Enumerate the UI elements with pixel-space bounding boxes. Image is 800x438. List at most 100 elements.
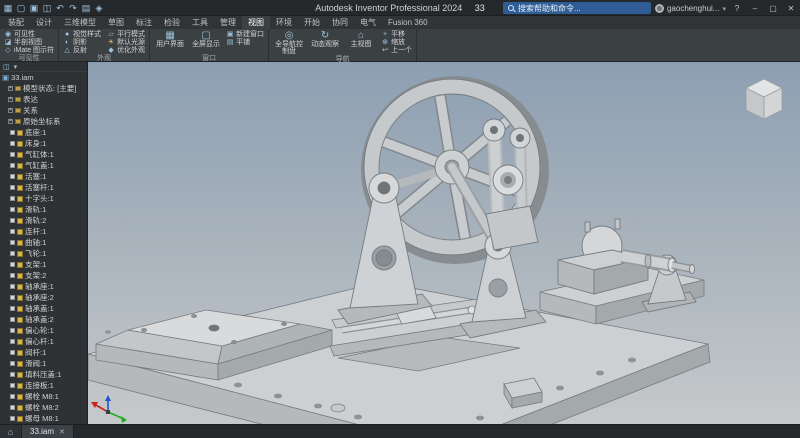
tree-part-node[interactable]: 支架:2 bbox=[0, 270, 87, 281]
visibility-checkbox[interactable] bbox=[10, 372, 15, 377]
tree-part-node[interactable]: 十字头:1 bbox=[0, 193, 87, 204]
tree-folder-node[interactable]: 表达 bbox=[0, 94, 87, 105]
home-view-button[interactable]: 主视图 bbox=[345, 30, 377, 48]
help-search-input[interactable]: 搜索帮助和命令... bbox=[503, 2, 651, 14]
ribbon-tab[interactable]: 协同 bbox=[326, 16, 354, 29]
ribbon-tab[interactable]: Fusion 360 bbox=[382, 16, 434, 29]
ribbon-tab[interactable]: 草图 bbox=[102, 16, 130, 29]
visibility-checkbox[interactable] bbox=[10, 416, 15, 421]
tree-part-node[interactable]: 轴承座:1 bbox=[0, 281, 87, 292]
fullscreen-button[interactable]: 全屏显示 bbox=[190, 30, 222, 48]
tile-windows-button[interactable]: 平铺 bbox=[226, 38, 264, 46]
tree-part-node[interactable]: 滑轨:2 bbox=[0, 215, 87, 226]
visibility-checkbox[interactable] bbox=[10, 251, 15, 256]
tree-folder-node[interactable]: 原始坐标系 bbox=[0, 116, 87, 127]
expand-icon[interactable] bbox=[8, 86, 13, 91]
ribbon-tab[interactable]: 装配 bbox=[2, 16, 30, 29]
tree-part-node[interactable]: 滑阀:1 bbox=[0, 358, 87, 369]
tree-folder-node[interactable]: 模型状态: [主要] bbox=[0, 83, 87, 94]
ribbon-tab[interactable]: 环境 bbox=[270, 16, 298, 29]
ribbon-tab[interactable]: 检验 bbox=[158, 16, 186, 29]
ribbon-tab[interactable]: 视图 bbox=[242, 16, 270, 29]
tree-part-node[interactable]: 活塞:1 bbox=[0, 171, 87, 182]
maximize-button[interactable]: ▢ bbox=[766, 0, 780, 16]
visibility-checkbox[interactable] bbox=[10, 130, 15, 135]
close-tab-icon[interactable]: ✕ bbox=[59, 428, 65, 436]
ribbon-tab[interactable]: 设计 bbox=[30, 16, 58, 29]
tree-part-node[interactable]: 偏心杆:1 bbox=[0, 336, 87, 347]
redo-icon[interactable] bbox=[67, 2, 79, 14]
expand-icon[interactable] bbox=[8, 97, 13, 102]
ribbon-tab[interactable]: 工具 bbox=[186, 16, 214, 29]
browser-filter-icon[interactable] bbox=[3, 63, 10, 71]
expand-icon[interactable] bbox=[8, 119, 13, 124]
tree-part-node[interactable]: 滑轨:1 bbox=[0, 204, 87, 215]
undo-icon[interactable] bbox=[54, 2, 66, 14]
tree-part-node[interactable]: 床身:1 bbox=[0, 138, 87, 149]
visibility-checkbox[interactable] bbox=[10, 218, 15, 223]
user-interface-button[interactable]: 用户界面 bbox=[154, 30, 186, 48]
visibility-checkbox[interactable] bbox=[10, 405, 15, 410]
tree-part-node[interactable]: 轴承盖:2 bbox=[0, 314, 87, 325]
previous-view-button[interactable]: 上一个 bbox=[381, 46, 412, 54]
visibility-checkbox[interactable] bbox=[10, 141, 15, 146]
refine-appearance-button[interactable]: 优化外观 bbox=[107, 46, 145, 54]
help-button[interactable]: ? bbox=[730, 0, 744, 16]
tree-part-node[interactable]: 气缸体:1 bbox=[0, 149, 87, 160]
visibility-checkbox[interactable] bbox=[10, 174, 15, 179]
ribbon-tab[interactable]: 管理 bbox=[214, 16, 242, 29]
ribbon-tab[interactable]: 三维模型 bbox=[58, 16, 102, 29]
tree-folder-node[interactable]: 关系 bbox=[0, 105, 87, 116]
user-account-menu[interactable]: gaochenghui... bbox=[655, 4, 726, 13]
reflections-button[interactable]: 反射 bbox=[63, 46, 101, 54]
visibility-checkbox[interactable] bbox=[10, 185, 15, 190]
document-tab-active[interactable]: 33.iam ✕ bbox=[22, 425, 74, 438]
visibility-checkbox[interactable] bbox=[10, 196, 15, 201]
ribbon-tab[interactable]: 电气 bbox=[354, 16, 382, 29]
visibility-checkbox[interactable] bbox=[10, 273, 15, 278]
viewport-canvas[interactable] bbox=[88, 62, 800, 424]
tree-part-node[interactable]: 螺栓 M8:1 bbox=[0, 391, 87, 402]
tree-part-node[interactable]: 轴承座:2 bbox=[0, 292, 87, 303]
tree-part-node[interactable]: 阀杆:1 bbox=[0, 347, 87, 358]
tree-part-node[interactable]: 曲轴:1 bbox=[0, 237, 87, 248]
ribbon-tab[interactable]: 开始 bbox=[298, 16, 326, 29]
tree-root-node[interactable]: 33.iam bbox=[0, 72, 87, 83]
new-file-icon[interactable] bbox=[15, 2, 27, 14]
print-icon[interactable] bbox=[80, 2, 92, 14]
visibility-checkbox[interactable] bbox=[10, 350, 15, 355]
visibility-checkbox[interactable] bbox=[10, 229, 15, 234]
visibility-checkbox[interactable] bbox=[10, 339, 15, 344]
ribbon-tab[interactable]: 标注 bbox=[130, 16, 158, 29]
visibility-checkbox[interactable] bbox=[10, 361, 15, 366]
visibility-checkbox[interactable] bbox=[10, 262, 15, 267]
visibility-checkbox[interactable] bbox=[10, 383, 15, 388]
imate-glyph-button[interactable]: iMate 图示符 bbox=[4, 46, 54, 54]
home-tab[interactable] bbox=[0, 425, 22, 438]
tree-part-node[interactable]: 轴承盖:1 bbox=[0, 303, 87, 314]
visibility-checkbox[interactable] bbox=[10, 328, 15, 333]
tree-part-node[interactable]: 偏心轮:1 bbox=[0, 325, 87, 336]
orbit-button[interactable]: 动态观察 bbox=[309, 30, 341, 48]
visibility-checkbox[interactable] bbox=[10, 284, 15, 289]
close-button[interactable]: ✕ bbox=[784, 0, 798, 16]
minimize-button[interactable]: – bbox=[748, 0, 762, 16]
view-cube[interactable] bbox=[746, 79, 782, 119]
visibility-checkbox[interactable] bbox=[10, 207, 15, 212]
tree-part-node[interactable]: 螺母 M8:1 bbox=[0, 413, 87, 424]
tree-part-node[interactable]: 气缸盖:1 bbox=[0, 160, 87, 171]
tree-part-node[interactable]: 连杆:1 bbox=[0, 226, 87, 237]
visibility-checkbox[interactable] bbox=[10, 240, 15, 245]
expand-icon[interactable] bbox=[8, 108, 13, 113]
steering-wheel-button[interactable]: 全导航控制盘 bbox=[273, 30, 305, 55]
open-icon[interactable] bbox=[28, 2, 40, 14]
visibility-checkbox[interactable] bbox=[10, 163, 15, 168]
tree-part-node[interactable]: 活塞杆:1 bbox=[0, 182, 87, 193]
browser-menu-icon[interactable] bbox=[14, 63, 18, 71]
tree-part-node[interactable]: 螺栓 M8:2 bbox=[0, 402, 87, 413]
save-icon[interactable] bbox=[41, 2, 53, 14]
visibility-checkbox[interactable] bbox=[10, 295, 15, 300]
app-menu-icon[interactable] bbox=[2, 2, 14, 14]
visibility-checkbox[interactable] bbox=[10, 317, 15, 322]
tree-part-node[interactable]: 飞轮:1 bbox=[0, 248, 87, 259]
